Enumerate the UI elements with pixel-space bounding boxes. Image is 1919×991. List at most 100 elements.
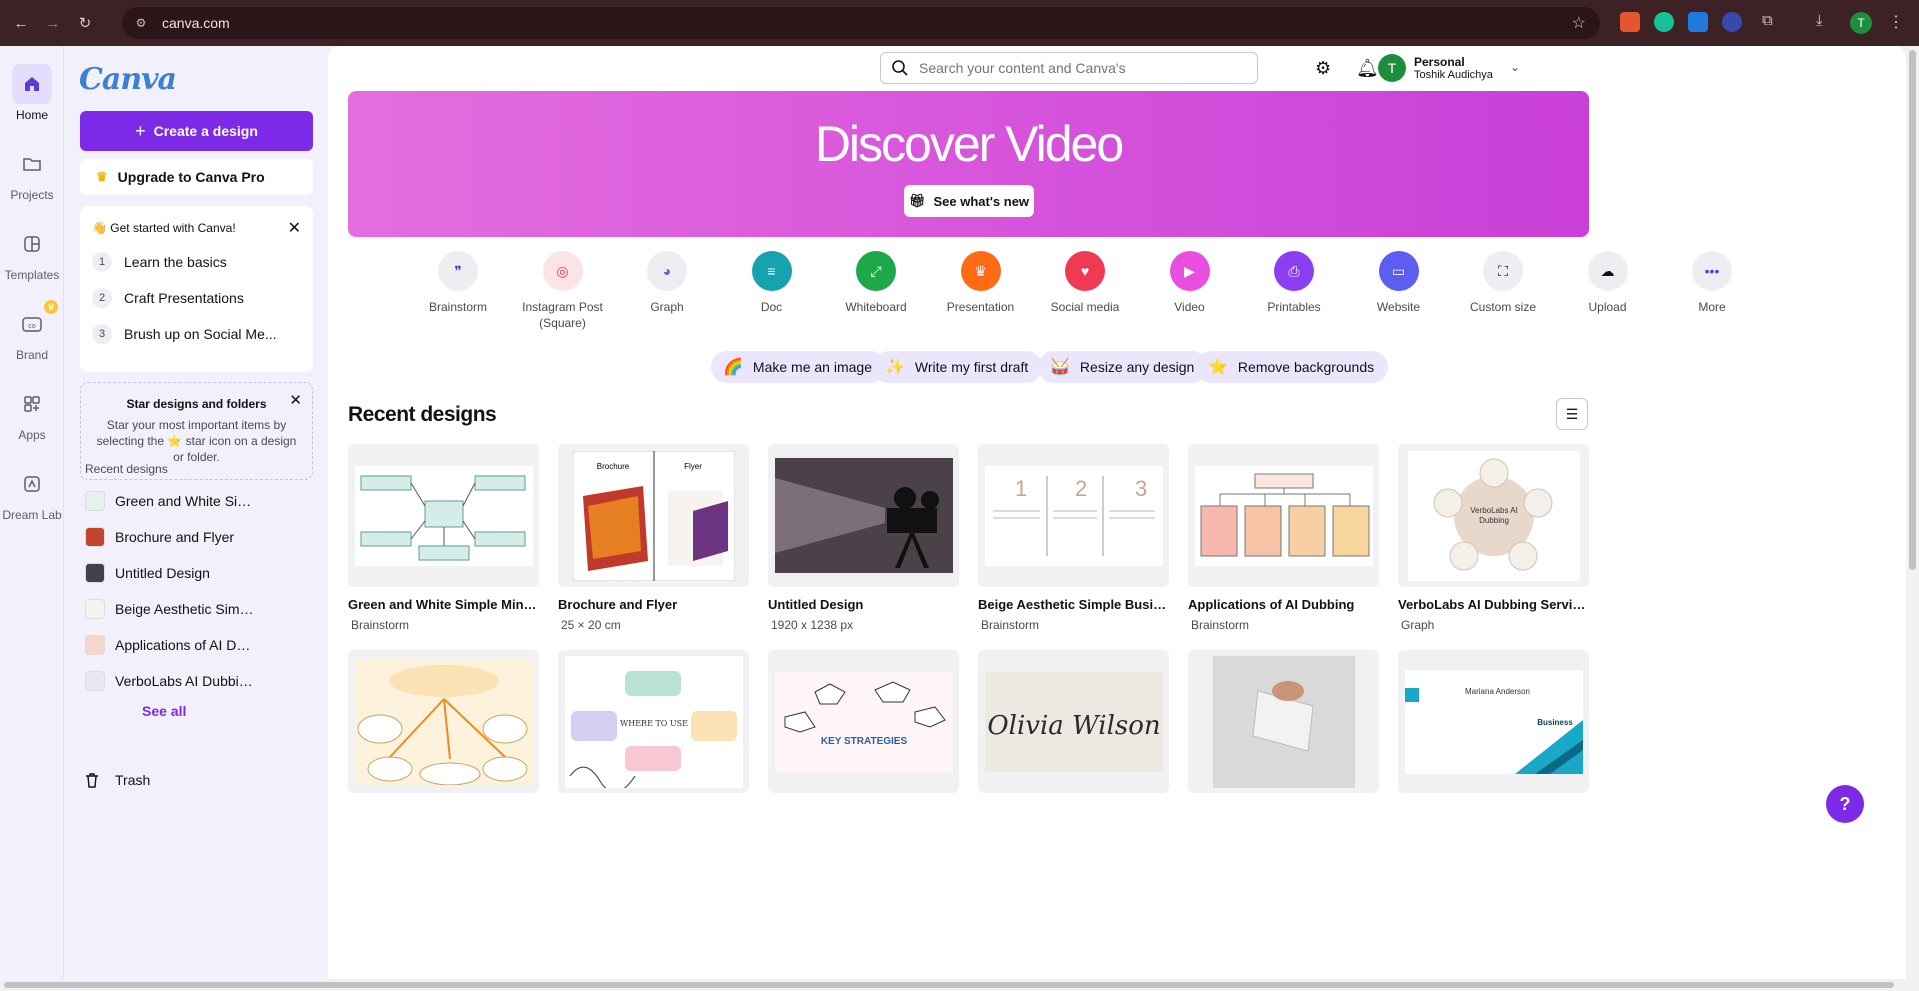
rail-label: Projects: [10, 188, 54, 202]
browser-menu-icon[interactable]: ⋮: [1888, 12, 1904, 32]
extensions-puzzle-icon[interactable]: ⧉: [1762, 12, 1773, 29]
browser-profile-avatar[interactable]: T: [1850, 12, 1872, 34]
chevron-down-icon[interactable]: ⌄: [1510, 60, 1520, 74]
design-card[interactable]: 1 2 3 Beige Aesthetic Simple Busines... Br…: [978, 444, 1169, 632]
design-type-more[interactable]: ••• More: [1662, 251, 1762, 315]
extension-search-icon[interactable]: [1722, 12, 1742, 32]
extension-m-icon[interactable]: [1688, 12, 1708, 32]
search-input[interactable]: Search your content and Canva's: [880, 52, 1258, 84]
step-label: Learn the basics: [124, 254, 227, 270]
recent-design-item[interactable]: Beige Aesthetic Simple ...: [85, 594, 315, 624]
get-started-title: 👋 Get started with Canva!: [92, 221, 236, 235]
design-card[interactable]: Olivia Wilson: [978, 650, 1169, 793]
close-icon[interactable]: ✕: [289, 391, 302, 409]
back-icon[interactable]: ←: [10, 12, 32, 34]
recent-design-item[interactable]: Brochure and Flyer: [85, 522, 315, 552]
svg-text:Dubbing: Dubbing: [1479, 516, 1509, 525]
design-type-instagram-post-square[interactable]: ◎ Instagram Post (Square): [513, 251, 613, 331]
design-type-doc[interactable]: ≡ Doc: [722, 251, 822, 315]
folder-icon: [12, 144, 52, 184]
create-design-button[interactable]: + Create a design: [80, 111, 313, 151]
star-tip-desc: Star your most important items by select…: [96, 418, 297, 464]
list-view-toggle[interactable]: ☰: [1556, 398, 1588, 430]
horizontal-scrollbar[interactable]: [0, 979, 1906, 991]
ai-suggestion-chips: 🌈 Make me an image ✨ Write my first draft 🥁 R…: [328, 351, 1609, 385]
design-card[interactable]: [1188, 650, 1379, 793]
design-card[interactable]: Green and White Simple Mind ... Brainsto…: [348, 444, 539, 632]
suggestion-chip[interactable]: ✨ Write my first draft: [873, 351, 1043, 383]
scrollbar-thumb[interactable]: [1909, 50, 1916, 570]
vertical-scrollbar[interactable]: [1906, 46, 1919, 991]
upgrade-pro-button[interactable]: ♛ Upgrade to Canva Pro: [80, 159, 313, 195]
design-type-upload[interactable]: ☁ Upload: [1558, 251, 1658, 315]
design-type-graph[interactable]: ◕ Graph: [617, 251, 717, 315]
design-card[interactable]: KEY STRATEGIES: [768, 650, 959, 793]
reload-icon[interactable]: ↻: [74, 12, 96, 34]
see-all-link[interactable]: See all: [142, 703, 186, 719]
rail-item-dream-lab[interactable]: Dream Lab: [0, 464, 64, 522]
canva-logo[interactable]: Canva: [79, 62, 177, 97]
extension-grammarly-icon[interactable]: [1654, 12, 1674, 32]
design-type-label: Upload: [1588, 300, 1627, 314]
design-card[interactable]: VerboLabs AI Dubbing VerboLabs AI Dubbing…: [1398, 444, 1589, 632]
video-icon: ▶: [1169, 251, 1210, 291]
design-card[interactable]: WHERE TO USE: [558, 650, 749, 793]
forward-icon[interactable]: →: [42, 12, 64, 34]
design-type-video[interactable]: ▶ Video: [1140, 251, 1240, 315]
recent-design-item[interactable]: Untitled Design: [85, 558, 315, 588]
design-card[interactable]: [348, 650, 539, 793]
discover-video-banner[interactable]: Discover Video 🎁︎ See what's new: [348, 91, 1589, 237]
design-card[interactable]: Untitled Design 1920 x 1238 px: [768, 444, 959, 632]
design-thumbnail: [1188, 650, 1379, 793]
list-view-icon: ☰: [1565, 405, 1579, 422]
suggestion-chip[interactable]: ⭐ Remove backgrounds: [1196, 351, 1389, 383]
settings-gear-icon[interactable]: ⚙: [1315, 58, 1331, 79]
recent-design-item[interactable]: Applications of AI Dub...: [85, 630, 315, 660]
see-whats-new-button[interactable]: 🎁︎ See what's new: [904, 185, 1034, 217]
get-started-step[interactable]: 2 Craft Presentations: [92, 288, 244, 308]
design-card[interactable]: Applications of AI Dubbing Brainstorm: [1188, 444, 1379, 632]
download-icon[interactable]: ⤓: [1816, 12, 1823, 29]
trash-link[interactable]: Trash: [83, 771, 150, 789]
get-started-step[interactable]: 1 Learn the basics: [92, 252, 227, 272]
design-type-label: Presentation: [946, 300, 1015, 314]
design-type-website[interactable]: ▭ Website: [1349, 251, 1449, 315]
recent-design-item[interactable]: Green and White Simpl...: [85, 486, 315, 516]
rail-item-projects[interactable]: Projects: [0, 144, 64, 202]
help-button[interactable]: ?: [1826, 785, 1864, 823]
account-type[interactable]: Personal: [1414, 55, 1465, 69]
account-name[interactable]: Toshik Audichya: [1414, 69, 1493, 81]
rail-item-brand[interactable]: co ♛ Brand: [0, 300, 64, 362]
design-type-printables[interactable]: ⎙ Printables: [1244, 251, 1344, 315]
design-thumbnail: [85, 491, 105, 511]
recent-designs-label: Recent designs: [85, 462, 168, 476]
suggestion-chip[interactable]: 🌈 Make me an image: [711, 351, 886, 383]
site-info-icon[interactable]: ⚙: [132, 14, 150, 32]
design-type-custom-size[interactable]: ⛶ Custom size: [1453, 251, 1553, 315]
chip-icon: ✨: [885, 359, 905, 376]
design-thumbnail: [85, 671, 105, 691]
design-type-social-media[interactable]: ♥ Social media: [1035, 251, 1135, 315]
design-type-whiteboard[interactable]: ⤢ Whiteboard: [826, 251, 926, 315]
design-thumbnail: VerboLabs AI Dubbing: [1398, 444, 1589, 587]
design-type-presentation[interactable]: ♛ Presentation: [931, 251, 1031, 315]
close-icon[interactable]: ✕: [288, 218, 301, 238]
bookmark-star-icon[interactable]: ☆: [1572, 13, 1586, 33]
rail-item-apps[interactable]: Apps: [0, 384, 64, 442]
scrollbar-thumb[interactable]: [4, 982, 1894, 988]
rail-item-home[interactable]: Home: [0, 64, 64, 122]
notifications-bell-icon[interactable]: 🔔︎: [1356, 58, 1379, 79]
extension-red-icon[interactable]: [1620, 12, 1640, 32]
chip-icon: 🥁: [1050, 359, 1070, 376]
get-started-step[interactable]: 3 Brush up on Social Me...: [92, 324, 277, 344]
suggestion-chip[interactable]: 🥁 Resize any design: [1038, 351, 1209, 383]
rail-label: Brand: [15, 348, 49, 362]
account-avatar[interactable]: T: [1378, 54, 1406, 82]
doc-icon: ≡: [751, 251, 792, 291]
rail-item-templates[interactable]: Templates: [0, 224, 64, 282]
recent-design-item[interactable]: VerboLabs AI Dubbing ...: [85, 666, 315, 696]
design-type-brainstorm[interactable]: ❞ Brainstorm: [408, 251, 508, 315]
design-card[interactable]: Mariana Anderson Business: [1398, 650, 1589, 793]
design-card[interactable]: Brochure Flyer Brochure and Flyer 25 × 20…: [558, 444, 749, 632]
address-bar[interactable]: ⚙ canva.com ☆: [122, 7, 1600, 39]
